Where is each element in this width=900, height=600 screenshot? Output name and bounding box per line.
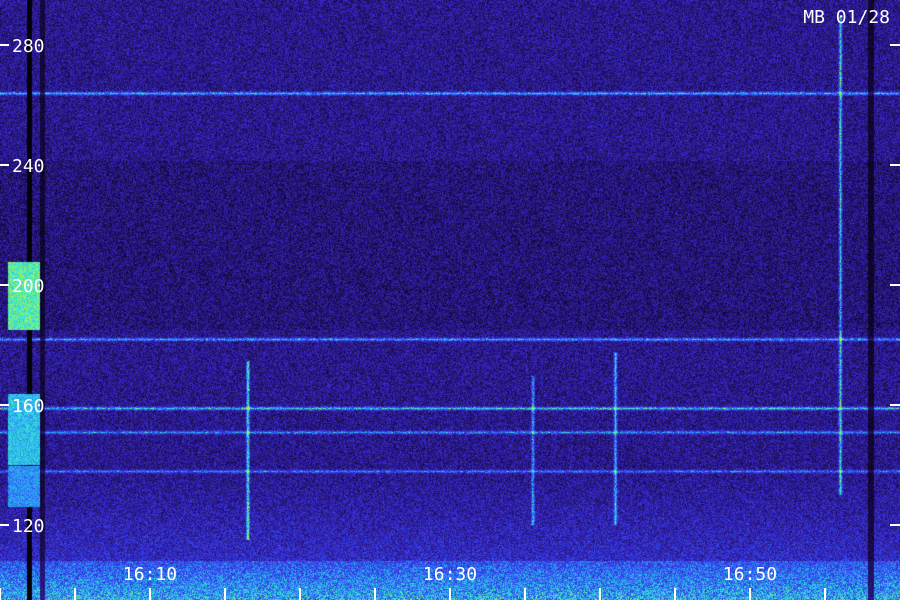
- y-tick-label: 200: [12, 276, 45, 297]
- spectrogram-chart: 280 240 200 160 120 16:10 16:30 16:50 MB 01/28: [0, 0, 900, 600]
- y-tick-label: 160: [12, 396, 45, 417]
- spectrogram-image: [0, 0, 900, 600]
- x-tick-label: 16:50: [723, 564, 777, 585]
- y-tick-label: 240: [12, 156, 45, 177]
- chart-title: MB 01/28: [803, 7, 890, 28]
- y-tick-label: 280: [12, 36, 45, 57]
- x-tick-label: 16:30: [423, 564, 477, 585]
- x-tick-label: 16:10: [123, 564, 177, 585]
- y-tick-label: 120: [12, 516, 45, 537]
